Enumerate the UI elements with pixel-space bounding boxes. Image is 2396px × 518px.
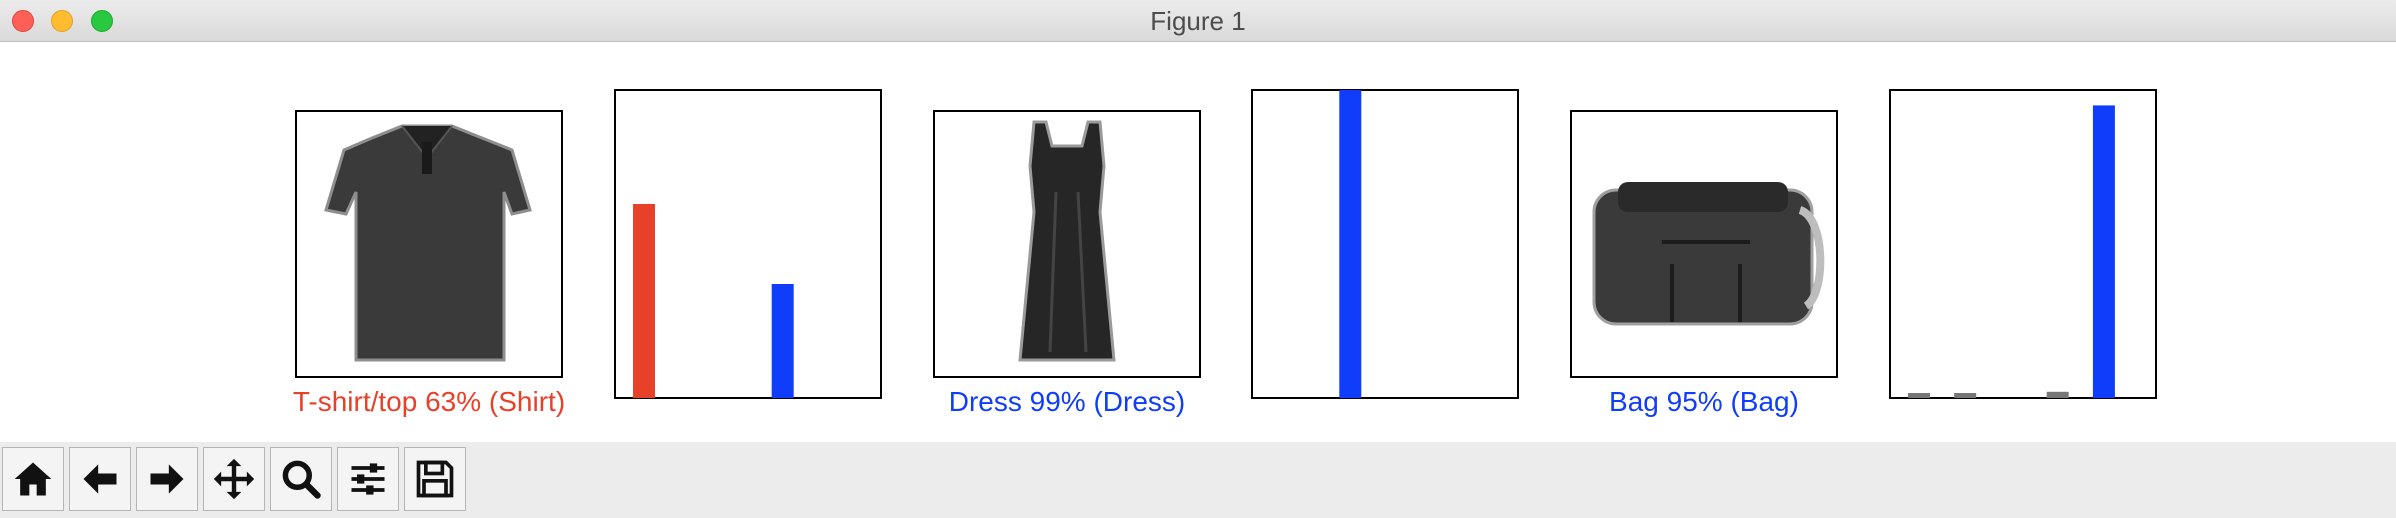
configure-subplots-button[interactable] — [337, 447, 399, 511]
arrow-right-icon — [150, 464, 184, 494]
image-caption-dress: Dress 99% (Dress) — [948, 386, 1186, 417]
home-button[interactable] — [2, 447, 64, 511]
chart-1-bar-0 — [633, 204, 655, 398]
dress-image — [933, 110, 1201, 378]
tshirt-image — [295, 110, 563, 378]
magnifier-icon — [282, 460, 321, 499]
arrow-left-icon — [83, 464, 117, 494]
chart-2-bar-3 — [1339, 90, 1362, 398]
image-caption-bag: Bag 95% (Bag) — [1609, 386, 1799, 417]
pan-button[interactable] — [203, 447, 265, 511]
back-button[interactable] — [69, 447, 131, 511]
zoom-button[interactable] — [270, 447, 332, 511]
chart-axes-2 — [1251, 89, 1519, 399]
chart-3-bar-0 — [1908, 393, 1930, 398]
bag-image — [1570, 110, 1838, 378]
forward-button[interactable] — [136, 447, 198, 511]
save-button[interactable] — [404, 447, 466, 511]
chart-3-bar-8 — [2092, 105, 2115, 399]
chart-3-bar-2 — [1954, 393, 1977, 398]
navigation-toolbar — [0, 442, 2396, 518]
window-title: Figure 1 — [1150, 6, 1246, 36]
figure-canvas[interactable]: T-shirt/top 63% (Shirt) Dress 99% (Dress… — [0, 42, 2396, 442]
chart-3-bar-6 — [2046, 391, 2069, 398]
image-caption-tshirt: T-shirt/top 63% (Shirt) — [292, 386, 566, 417]
sliders-icon — [351, 463, 385, 495]
floppy-disk-icon — [416, 460, 454, 498]
move-icon — [213, 458, 255, 500]
title-bar: Figure 1 — [0, 0, 2396, 42]
chart-axes-3 — [1889, 89, 2157, 399]
chart-1-bar-6 — [771, 284, 794, 398]
home-icon — [14, 462, 52, 496]
